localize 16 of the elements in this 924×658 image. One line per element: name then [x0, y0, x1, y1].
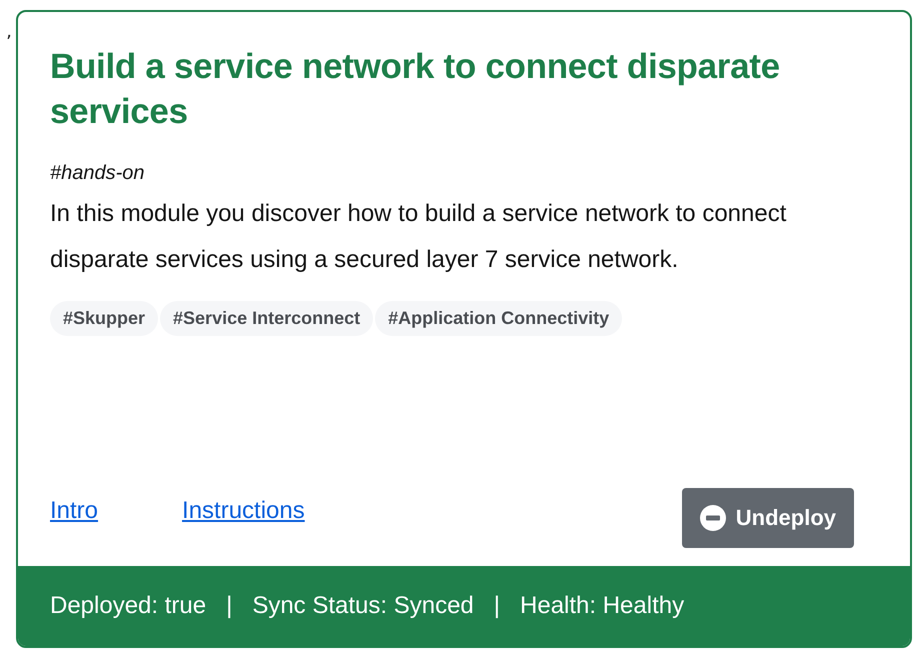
minus-circle-icon: [700, 505, 726, 531]
status-text: |: [494, 592, 500, 620]
status-text: |: [226, 592, 232, 620]
tag: #Service Interconnect: [160, 301, 374, 336]
tag: #Skupper: [50, 301, 158, 336]
link[interactable]: Intro: [50, 497, 98, 525]
tag: #Application Connectivity: [375, 301, 622, 336]
apostrophe-mark: ’: [6, 32, 13, 53]
status-text: Health: Healthy: [520, 592, 684, 620]
description: In this module you discover how to build a service network to connect disparate services using a secured layer 7 service network.: [50, 199, 788, 275]
card-title: Build a service network to connect disparate services: [50, 46, 781, 133]
status-text: Sync Status: Synced: [252, 592, 474, 620]
status-text: Deployed: true: [50, 592, 206, 620]
tag-line: #hands-on: [50, 162, 146, 185]
link[interactable]: Instructions: [182, 497, 305, 525]
undeploy-button[interactable]: Undeploy: [682, 488, 854, 548]
